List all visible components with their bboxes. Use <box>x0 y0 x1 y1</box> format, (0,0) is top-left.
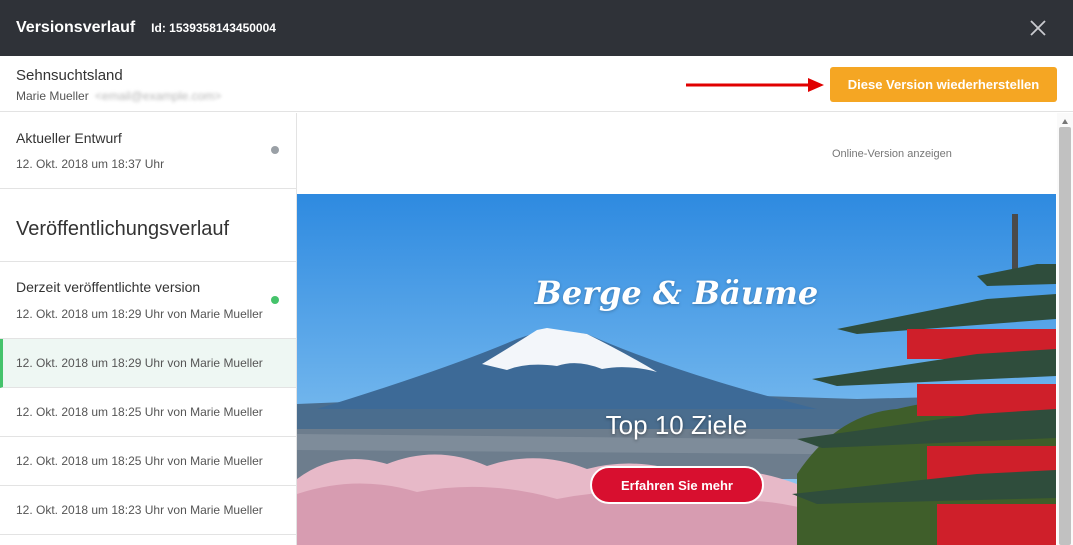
draft-date: 12. Okt. 2018 um 18:37 Uhr <box>16 157 165 171</box>
email-preview: Online-Version anzeigen Berge & Bäume To… <box>297 113 1073 545</box>
current-draft-item[interactable]: Aktueller Entwurf 12. Okt. 2018 um 18:37… <box>0 113 296 189</box>
version-item[interactable]: 12. Okt. 2018 um 18:25 Uhr von Marie Mue… <box>0 437 296 486</box>
scroll-up-icon[interactable] <box>1062 119 1068 124</box>
hero-banner: Berge & Bäume Top 10 Ziele Erfahren Sie … <box>297 194 1056 545</box>
author-name: Marie Mueller <box>16 89 89 103</box>
version-sidebar: Aktueller Entwurf 12. Okt. 2018 um 18:37… <box>0 113 297 545</box>
hero-title: Berge & Bäume <box>534 274 819 312</box>
content-header: Sehnsuchtsland Marie Mueller <email@exam… <box>0 56 1073 112</box>
published-status-dot <box>271 296 279 304</box>
content-name: Sehnsuchtsland <box>16 67 123 84</box>
online-version-link[interactable]: Online-Version anzeigen <box>832 148 952 160</box>
arrow-right-icon <box>686 78 824 92</box>
hero-subtitle: Top 10 Ziele <box>605 410 748 440</box>
draft-status-dot <box>271 146 279 154</box>
learn-more-button[interactable]: Erfahren Sie mehr <box>590 466 764 504</box>
current-published-item[interactable]: Derzeit veröffentlichte version 12. Okt.… <box>0 262 296 339</box>
current-published-date: 12. Okt. 2018 um 18:29 Uhr von Marie Mue… <box>16 307 263 321</box>
version-item[interactable]: 12. Okt. 2018 um 18:25 Uhr von Marie Mue… <box>0 388 296 437</box>
restore-version-button[interactable]: Diese Version wiederherstellen <box>830 67 1057 102</box>
version-item[interactable]: 12. Okt. 2018 um 18:23 Uhr von Marie Mue… <box>0 486 296 535</box>
scrollbar-thumb[interactable] <box>1059 127 1071 545</box>
top-bar: Versionsverlauf Id: 1539358143450004 <box>0 0 1073 56</box>
preview-scrollbar[interactable] <box>1057 113 1073 545</box>
dialog-title: Versionsverlauf <box>16 19 136 36</box>
author-line: Marie Mueller <email@example.com> <box>16 89 221 103</box>
draft-label: Aktueller Entwurf <box>16 130 122 146</box>
author-email: <email@example.com> <box>95 89 222 103</box>
current-published-label: Derzeit veröffentlichte version <box>16 279 201 295</box>
publish-history-title: Veröffentlichungsverlauf <box>16 218 230 240</box>
close-icon[interactable] <box>1029 19 1047 37</box>
version-id: Id: 1539358143450004 <box>151 21 276 35</box>
publish-history-heading: Veröffentlichungsverlauf <box>0 189 296 262</box>
version-item[interactable]: 12. Okt. 2018 um 18:29 Uhr von Marie Mue… <box>0 339 296 388</box>
